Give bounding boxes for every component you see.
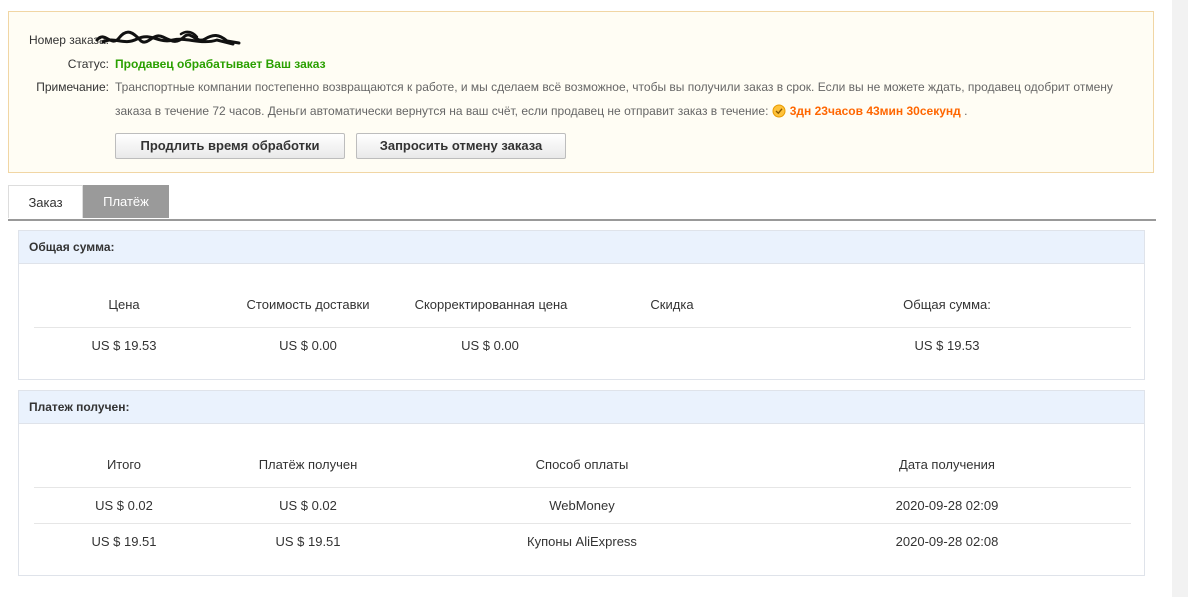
- total-panel: Общая сумма: Цена Стоимость доставки Ско…: [18, 230, 1145, 380]
- tab-order[interactable]: Заказ: [8, 185, 83, 218]
- status-label: Статус:: [67, 57, 109, 71]
- cell-received-date: 2020-09-28 02:08: [895, 534, 999, 549]
- cell-payment-received: US $ 0.02: [279, 498, 337, 513]
- note-line-1: Транспортные компании постепенно возвращ…: [115, 80, 1113, 94]
- tab-payment[interactable]: Платёж: [83, 185, 169, 218]
- cell-payment-received: US $ 19.51: [275, 534, 341, 549]
- row-divider: [34, 523, 1131, 524]
- payment-panel-title: Платеж получен:: [19, 391, 1144, 424]
- col-header-discount: Скидка: [650, 297, 694, 312]
- status-value: Продавец обрабатывает Ваш заказ: [115, 57, 326, 71]
- col-header-price: Цена: [108, 297, 140, 312]
- payment-panel: Платеж получен: Итого Платёж получен Спо…: [18, 390, 1145, 576]
- col-header-payment-method: Способ оплаты: [535, 457, 629, 472]
- cell-adjusted-price: US $ 0.00: [461, 338, 519, 353]
- col-header-payment-received: Платёж получен: [258, 457, 358, 472]
- note-label: Примечание:: [36, 80, 109, 94]
- cell-payment-method: WebMoney: [549, 498, 615, 513]
- total-panel-title: Общая сумма:: [19, 231, 1144, 264]
- request-cancel-order-button[interactable]: Запросить отмену заказа: [356, 133, 566, 159]
- note-line-2: заказа в течение 72 часов. Деньги автома…: [115, 99, 1135, 126]
- scrollbar-track[interactable]: [1172, 0, 1188, 597]
- col-header-total: Общая сумма:: [903, 297, 991, 312]
- note-text: Транспортные компании постепенно возвращ…: [115, 75, 1135, 126]
- tab-bar: Заказ Платёж: [8, 185, 1156, 221]
- clock-icon: [772, 102, 786, 126]
- row-divider: [34, 487, 1131, 488]
- col-header-shipping: Стоимость доставки: [246, 297, 370, 312]
- row-divider: [34, 327, 1131, 328]
- cell-received-date: 2020-09-28 02:09: [895, 498, 999, 513]
- col-header-adjusted-price: Скорректированная цена: [414, 297, 568, 312]
- cell-total: US $ 19.53: [914, 338, 980, 353]
- order-info-box: Номер заказа: Статус: Продавец обрабатыв…: [8, 11, 1154, 173]
- cell-subtotal: US $ 0.02: [95, 498, 153, 513]
- note-line-2-text: заказа в течение 72 часов. Деньги автома…: [115, 104, 769, 118]
- cell-subtotal: US $ 19.51: [91, 534, 157, 549]
- cell-payment-method: Купоны AliExpress: [527, 534, 637, 549]
- cell-price: US $ 19.53: [91, 338, 157, 353]
- col-header-received-date: Дата получения: [899, 457, 995, 472]
- timer-suffix: .: [964, 104, 968, 118]
- countdown-timer: 3дн 23часов 43мин 30секунд: [789, 104, 961, 118]
- cell-shipping: US $ 0.00: [279, 338, 337, 353]
- redacted-order-number-scribble: [95, 30, 241, 46]
- extend-processing-time-button[interactable]: Продлить время обработки: [115, 133, 345, 159]
- col-header-subtotal: Итого: [106, 457, 142, 472]
